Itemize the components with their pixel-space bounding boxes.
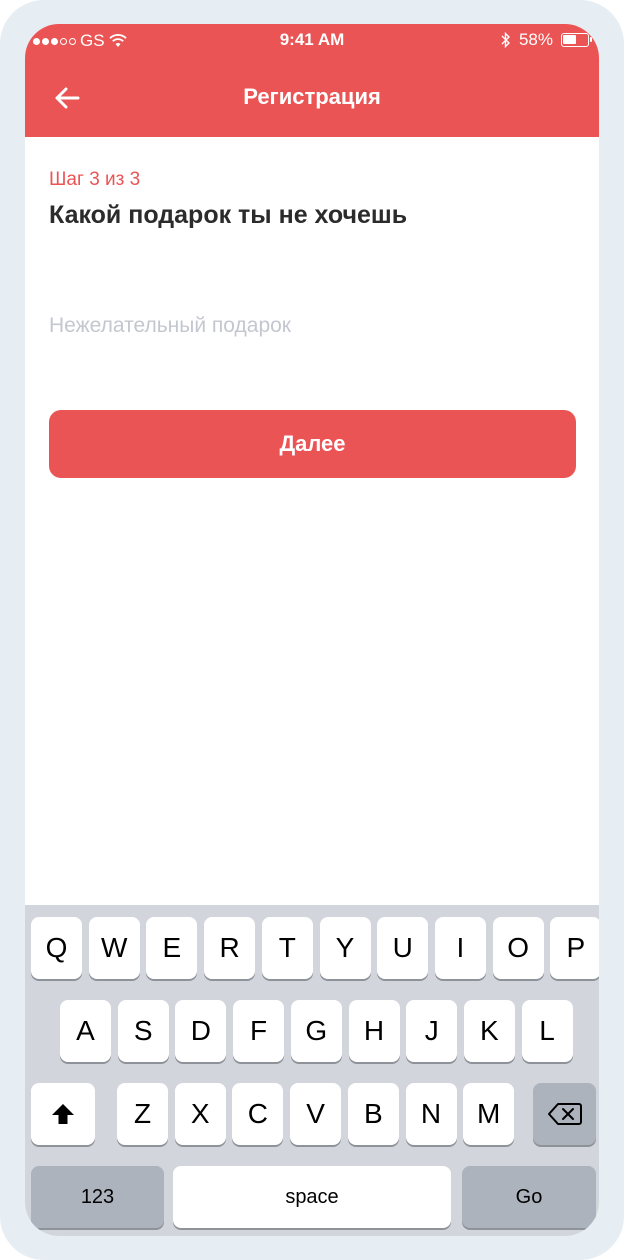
key-z[interactable]: Z [117, 1083, 168, 1145]
step-indicator: Шаг 3 из 3 [49, 169, 141, 190]
nav-bar: Регистрация [25, 70, 599, 126]
status-right: 58% [501, 30, 592, 50]
key-i[interactable]: I [434, 917, 486, 979]
bluetooth-icon [501, 32, 510, 48]
keyboard: QWERTYUIOP ASDFGHJKL ZXCVBNM 123 space G… [25, 905, 599, 1236]
key-c[interactable]: C [232, 1083, 284, 1145]
key-p[interactable]: P [550, 917, 599, 979]
battery-fill [563, 35, 576, 44]
key-e[interactable]: E [146, 917, 198, 979]
key-k[interactable]: K [463, 1000, 515, 1062]
key-w[interactable]: W [88, 917, 140, 979]
key-g[interactable]: G [290, 1000, 342, 1062]
battery-percent: 58% [518, 30, 553, 49]
device-frame: GS 9:41 AM 58% Регистрация Шаг 3 из 3 Ка… [0, 0, 624, 1260]
key-n[interactable]: N [405, 1083, 457, 1145]
page-title: Регистрация [243, 84, 381, 109]
key-f[interactable]: F [233, 1000, 285, 1062]
key-r[interactable]: R [204, 917, 256, 979]
shift-key[interactable] [31, 1083, 95, 1145]
status-bar: GS 9:41 AM 58% [25, 24, 599, 56]
question-heading: Какой подарок ты не хочешь [49, 201, 408, 229]
key-l[interactable]: L [521, 1000, 573, 1062]
next-button[interactable]: Далее [49, 410, 576, 478]
key-x[interactable]: X [174, 1083, 226, 1145]
battery-icon [561, 33, 592, 47]
backspace-key[interactable] [533, 1083, 596, 1145]
space-key[interactable]: space [173, 1166, 451, 1228]
key-v[interactable]: V [290, 1083, 342, 1145]
key-u[interactable]: U [377, 917, 429, 979]
key-b[interactable]: B [347, 1083, 399, 1145]
go-key[interactable]: Go [462, 1166, 596, 1228]
screen: GS 9:41 AM 58% Регистрация Шаг 3 из 3 Ка… [25, 24, 599, 1236]
unwanted-gift-input[interactable] [49, 306, 575, 346]
key-h[interactable]: H [348, 1000, 400, 1062]
key-q[interactable]: Q [31, 917, 82, 979]
shift-icon [52, 1104, 74, 1124]
key-o[interactable]: O [492, 917, 544, 979]
backspace-icon [547, 1103, 582, 1125]
key-a[interactable]: A [60, 1000, 111, 1062]
key-t[interactable]: T [261, 917, 313, 979]
top-bar: GS 9:41 AM 58% Регистрация [25, 24, 599, 137]
key-d[interactable]: D [175, 1000, 227, 1062]
key-y[interactable]: Y [319, 917, 371, 979]
key-s[interactable]: S [117, 1000, 169, 1062]
key-j[interactable]: J [406, 1000, 458, 1062]
numbers-key[interactable]: 123 [31, 1166, 164, 1228]
key-m[interactable]: M [463, 1083, 515, 1145]
